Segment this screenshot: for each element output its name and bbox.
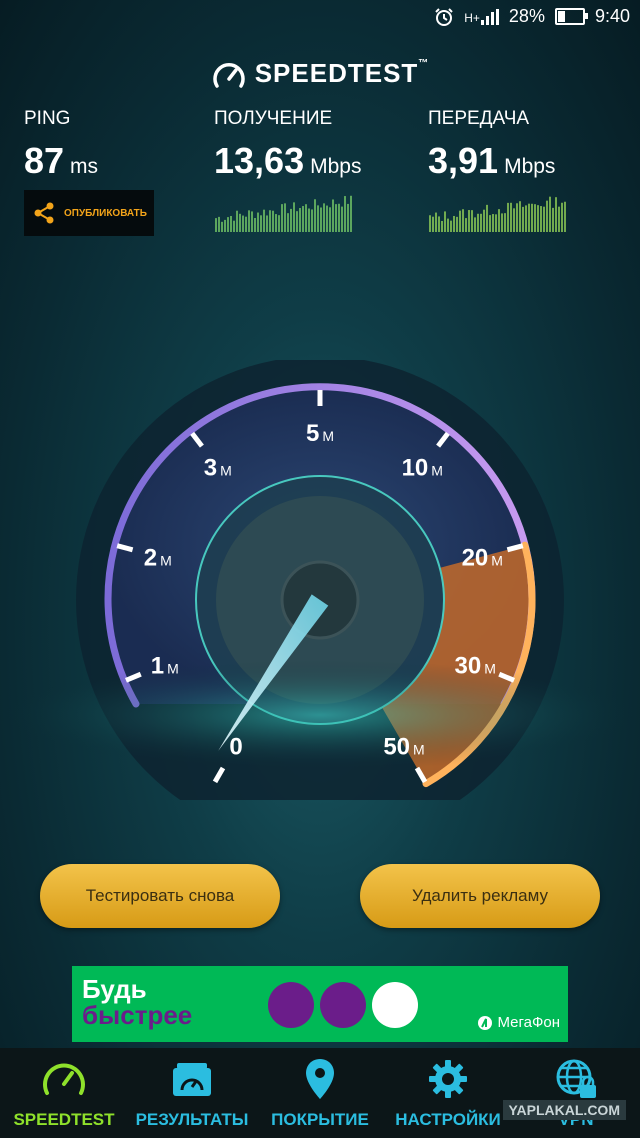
- gauge-tick-label: 0: [229, 733, 242, 760]
- gauge-icon: [43, 1063, 85, 1095]
- nav-item-coverage[interactable]: ПОКРЫТИЕ: [256, 1048, 384, 1138]
- ping-unit: ms: [70, 155, 99, 178]
- remove-ads-button[interactable]: Удалить рекламу: [360, 864, 600, 928]
- ad-dot-white: [372, 982, 418, 1028]
- megafon-logo-icon: [478, 1015, 493, 1030]
- upload-label: ПЕРЕДАЧА: [428, 108, 530, 129]
- speedtest-logo-icon: [213, 63, 245, 88]
- share-icon: [34, 202, 54, 224]
- download-label: ПОЛУЧЕНИЕ: [214, 108, 333, 129]
- speed-gauge: 01 M2 M3 M5 M10 M20 M30 M50 M: [0, 360, 640, 800]
- app-logo: SPEEDTEST™: [0, 58, 640, 90]
- nav-label-results: РЕЗУЛЬТАТЫ: [135, 1110, 249, 1129]
- upload-value: 3,91: [428, 140, 499, 181]
- download-unit: Mbps: [310, 155, 362, 178]
- network-type: H+: [464, 10, 480, 25]
- watermark: YAPLAKAL.COM: [502, 1100, 626, 1120]
- retest-button[interactable]: Тестировать снова: [40, 864, 280, 928]
- nav-label-settings: НАСТРОЙКИ: [395, 1110, 501, 1129]
- status-bar: H+ 28% 9:40: [0, 0, 640, 36]
- ping-value: 87: [24, 140, 65, 181]
- battery-percent: 28%: [508, 6, 545, 26]
- bottom-nav: SPEEDTEST РЕЗУЛЬТАТЫ ПОКРЫТИЕ НАСТРОЙКИ: [0, 1048, 640, 1138]
- results-icon: [173, 1063, 211, 1096]
- battery-icon: [554, 8, 588, 25]
- share-button[interactable]: ОПУБЛИКОВАТЬ: [24, 190, 154, 236]
- nav-item-settings[interactable]: НАСТРОЙКИ: [384, 1048, 512, 1138]
- ad-dot-purple-1: [268, 982, 314, 1028]
- alarm-icon: [435, 7, 453, 26]
- download-sparkline: [215, 195, 352, 232]
- ping-metric: PING 87 ms: [24, 108, 98, 182]
- share-label: ОПУБЛИКОВАТЬ: [64, 207, 147, 219]
- upload-sparkline: [429, 196, 566, 232]
- vpn-globe-icon: [556, 1059, 596, 1098]
- nav-item-results[interactable]: РЕЗУЛЬТАТЫ: [128, 1048, 256, 1138]
- gear-icon: [429, 1060, 467, 1098]
- nav-item-speedtest[interactable]: SPEEDTEST: [0, 1048, 128, 1138]
- trademark: ™: [418, 58, 430, 69]
- download-metric: ПОЛУЧЕНИЕ 13,63 Mbps: [214, 108, 361, 232]
- nav-item-vpn[interactable]: VPN: [512, 1048, 640, 1138]
- ad-line2: быстрее: [82, 1000, 193, 1030]
- ad-banner[interactable]: Будь быстрее МегаФон: [72, 966, 568, 1042]
- location-pin-icon: [306, 1059, 334, 1099]
- signal-icon: [480, 8, 499, 25]
- nav-label-coverage: ПОКРЫТИЕ: [271, 1110, 369, 1129]
- ping-label: PING: [24, 108, 71, 129]
- upload-unit: Mbps: [504, 155, 556, 178]
- brand-name: SPEEDTEST: [254, 58, 419, 88]
- ad-brand: МегаФон: [497, 1014, 560, 1031]
- nav-label-speedtest: SPEEDTEST: [13, 1110, 115, 1129]
- download-value: 13,63: [214, 140, 305, 181]
- clock: 9:40: [594, 6, 630, 26]
- ad-dot-purple-2: [320, 982, 366, 1028]
- upload-metric: ПЕРЕДАЧА 3,91 Mbps: [428, 108, 566, 232]
